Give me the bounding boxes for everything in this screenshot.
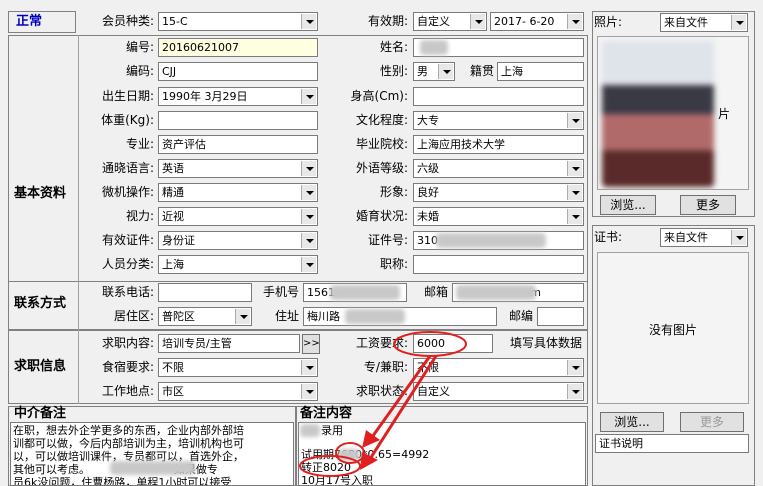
remark-highlight-circle (299, 455, 361, 477)
arrow-head (360, 452, 378, 470)
remark-highlight-circle (335, 442, 365, 464)
arrow-line (366, 355, 438, 463)
annotation-overlay (299, 331, 467, 477)
arrow-line (368, 355, 432, 441)
salary-highlight-circle (393, 331, 467, 357)
